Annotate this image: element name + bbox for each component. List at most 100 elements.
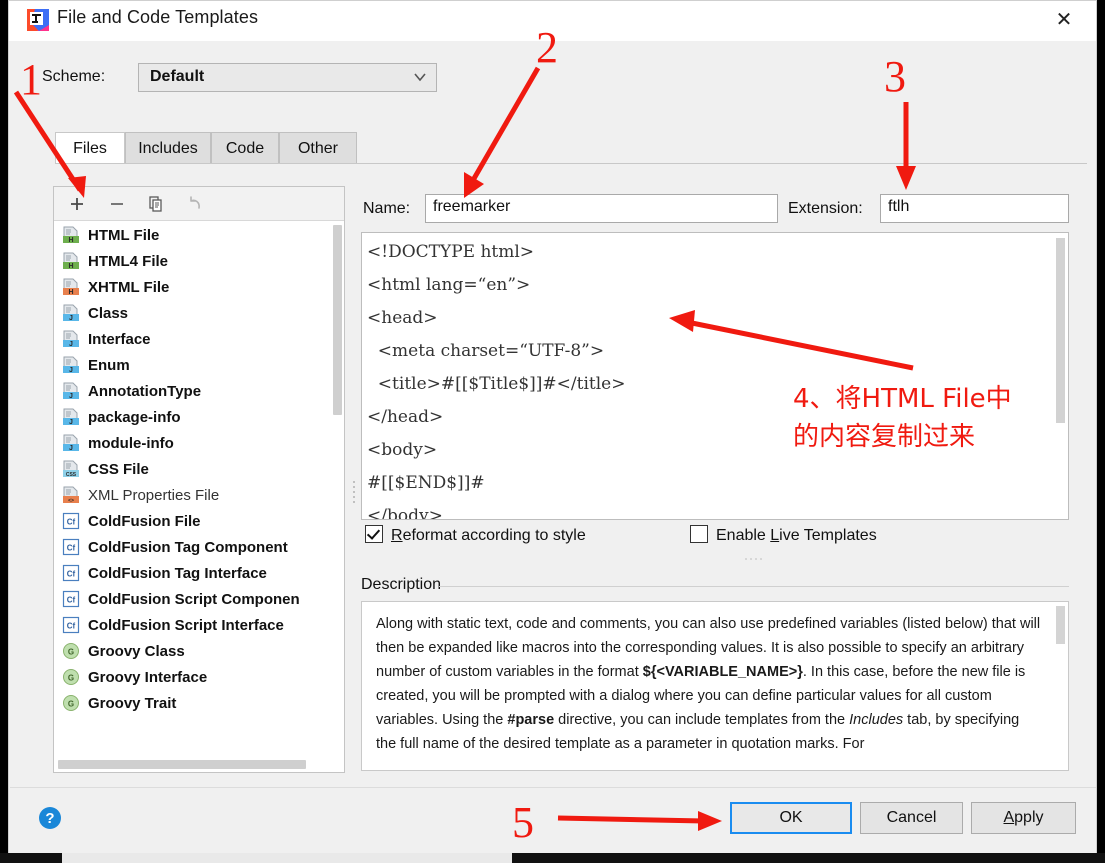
svg-text:Cf: Cf bbox=[67, 544, 76, 553]
list-item-label: ColdFusion Script Interface bbox=[88, 616, 284, 634]
xml-properties-file-icon: <> bbox=[62, 486, 82, 504]
template-list-panel: H HTML File H HTML4 File H XHTML File J Class J I… bbox=[53, 186, 345, 773]
tab-code[interactable]: Code bbox=[211, 132, 279, 164]
help-icon[interactable]: ? bbox=[39, 807, 61, 829]
java-class-icon: J bbox=[62, 304, 82, 322]
list-item-label: ColdFusion Tag Component bbox=[88, 538, 288, 556]
close-icon[interactable]: ✕ bbox=[1042, 3, 1086, 37]
reformat-checkbox-box[interactable] bbox=[365, 525, 383, 543]
description-variable-token: ${<VARIABLE_NAME>} bbox=[642, 664, 803, 680]
list-item[interactable]: <> XML Properties File bbox=[55, 482, 343, 508]
list-item-label: XHTML File bbox=[88, 278, 170, 296]
tab-other[interactable]: Other bbox=[279, 132, 357, 164]
list-horizontal-scrollbar[interactable] bbox=[58, 760, 306, 769]
annotation-text-4: 4、将HTML File中的内容复制过来 bbox=[793, 384, 1012, 452]
java-annotation-icon: J bbox=[62, 382, 82, 400]
description-section-label: Description bbox=[361, 576, 450, 594]
svg-text:<>: <> bbox=[68, 498, 74, 504]
footer-divider bbox=[10, 787, 1096, 788]
ok-button[interactable]: OK bbox=[730, 802, 852, 834]
annotation-number-5: 5 bbox=[512, 798, 534, 847]
description-vertical-scrollbar[interactable] bbox=[1056, 606, 1065, 644]
list-item[interactable]: H HTML4 File bbox=[55, 248, 343, 274]
list-item[interactable]: H HTML File bbox=[55, 222, 343, 248]
description-divider bbox=[439, 586, 1069, 587]
list-item-label: Groovy Interface bbox=[88, 668, 208, 686]
undo-icon[interactable] bbox=[182, 192, 208, 216]
coldfusion-file-icon: Cf bbox=[62, 590, 82, 608]
svg-text:J: J bbox=[69, 445, 73, 452]
svg-text:H: H bbox=[68, 263, 73, 270]
list-item[interactable]: Cf ColdFusion File bbox=[55, 508, 343, 534]
list-item[interactable]: J AnnotationType bbox=[55, 378, 343, 404]
extension-input[interactable]: ftlh bbox=[880, 194, 1069, 223]
list-item-label: AnnotationType bbox=[88, 382, 202, 400]
svg-text:G: G bbox=[68, 648, 74, 657]
list-vertical-scrollbar[interactable] bbox=[333, 225, 342, 415]
window-title: File and Code Templates bbox=[57, 7, 259, 27]
java-interface-icon: J bbox=[62, 330, 82, 348]
list-item-label: package-info bbox=[88, 408, 181, 426]
list-item-label: ColdFusion Script Componen bbox=[88, 590, 300, 608]
cancel-button[interactable]: Cancel bbox=[860, 802, 963, 834]
list-item[interactable]: G Groovy Interface bbox=[55, 664, 343, 690]
list-item[interactable]: J Class bbox=[55, 300, 343, 326]
coldfusion-file-icon: Cf bbox=[62, 564, 82, 582]
copy-icon[interactable] bbox=[143, 192, 169, 216]
css-file-icon: CSS bbox=[62, 460, 82, 478]
intellij-idea-icon bbox=[27, 9, 49, 31]
chevron-down-icon bbox=[413, 70, 427, 84]
tab-includes[interactable]: Includes bbox=[125, 132, 211, 164]
list-item[interactable]: Cf ColdFusion Script Interface bbox=[55, 612, 343, 638]
name-label: Name: bbox=[363, 200, 411, 217]
list-item[interactable]: H XHTML File bbox=[55, 274, 343, 300]
java-module-info-icon: J bbox=[62, 434, 82, 452]
coldfusion-file-icon: Cf bbox=[62, 512, 82, 530]
editor-resize-handle[interactable] bbox=[350, 476, 358, 506]
taskbar-light-segment bbox=[62, 853, 512, 863]
list-item[interactable]: Cf ColdFusion Tag Component bbox=[55, 534, 343, 560]
list-item[interactable]: Cf ColdFusion Tag Interface bbox=[55, 560, 343, 586]
annotation-arrow-3 bbox=[896, 102, 916, 190]
description-includes-token: Includes bbox=[849, 712, 904, 728]
coldfusion-file-icon: Cf bbox=[62, 538, 82, 556]
html-file-icon: H bbox=[62, 226, 82, 244]
panel-resize-grip[interactable] bbox=[744, 549, 766, 560]
list-item-label: HTML File bbox=[88, 226, 160, 244]
list-item-label: XML Properties File bbox=[88, 486, 220, 504]
live-templates-checkbox[interactable]: Enable Live Templates bbox=[690, 525, 877, 545]
svg-text:J: J bbox=[69, 315, 73, 322]
scheme-select[interactable]: Default bbox=[138, 63, 437, 92]
list-item-label: CSS File bbox=[88, 460, 149, 478]
list-item[interactable]: CSS CSS File bbox=[55, 456, 343, 482]
list-item[interactable]: Jmodule-info bbox=[55, 430, 343, 456]
scheme-label: Scheme: bbox=[42, 68, 106, 85]
html-file-icon: H bbox=[62, 252, 82, 270]
list-item-label: module-info bbox=[88, 434, 174, 452]
list-item[interactable]: Jpackage-info bbox=[55, 404, 343, 430]
svg-text:H: H bbox=[68, 289, 73, 296]
list-item-label: HTML4 File bbox=[88, 252, 169, 270]
apply-button[interactable]: Apply bbox=[971, 802, 1076, 834]
list-item-label: Enum bbox=[88, 356, 130, 374]
tab-label: Other bbox=[297, 139, 338, 157]
list-item[interactable]: G Groovy Class bbox=[55, 638, 343, 664]
svg-text:J: J bbox=[69, 419, 73, 426]
coldfusion-file-icon: Cf bbox=[62, 616, 82, 634]
reformat-checkbox[interactable]: Reformat according to style bbox=[365, 525, 586, 545]
svg-text:Cf: Cf bbox=[67, 596, 76, 605]
live-templates-checkbox-box[interactable] bbox=[690, 525, 708, 543]
groovy-file-icon: G bbox=[62, 668, 82, 686]
svg-text:Cf: Cf bbox=[67, 622, 76, 631]
list-item[interactable]: J Interface bbox=[55, 326, 343, 352]
groovy-file-icon: G bbox=[62, 694, 82, 712]
list-item[interactable]: G Groovy Trait bbox=[55, 690, 343, 716]
list-item[interactable]: J Enum bbox=[55, 352, 343, 378]
reformat-checkbox-label: eformat according to style bbox=[402, 527, 586, 544]
description-text: Along with static text, code and comment… bbox=[376, 612, 1042, 756]
editor-vertical-scrollbar[interactable] bbox=[1056, 238, 1065, 423]
list-item-label: Class bbox=[88, 304, 129, 322]
description-panel: Along with static text, code and comment… bbox=[361, 601, 1069, 771]
template-list[interactable]: H HTML File H HTML4 File H XHTML File J Class J I… bbox=[55, 222, 343, 771]
list-item[interactable]: Cf ColdFusion Script Componen bbox=[55, 586, 343, 612]
